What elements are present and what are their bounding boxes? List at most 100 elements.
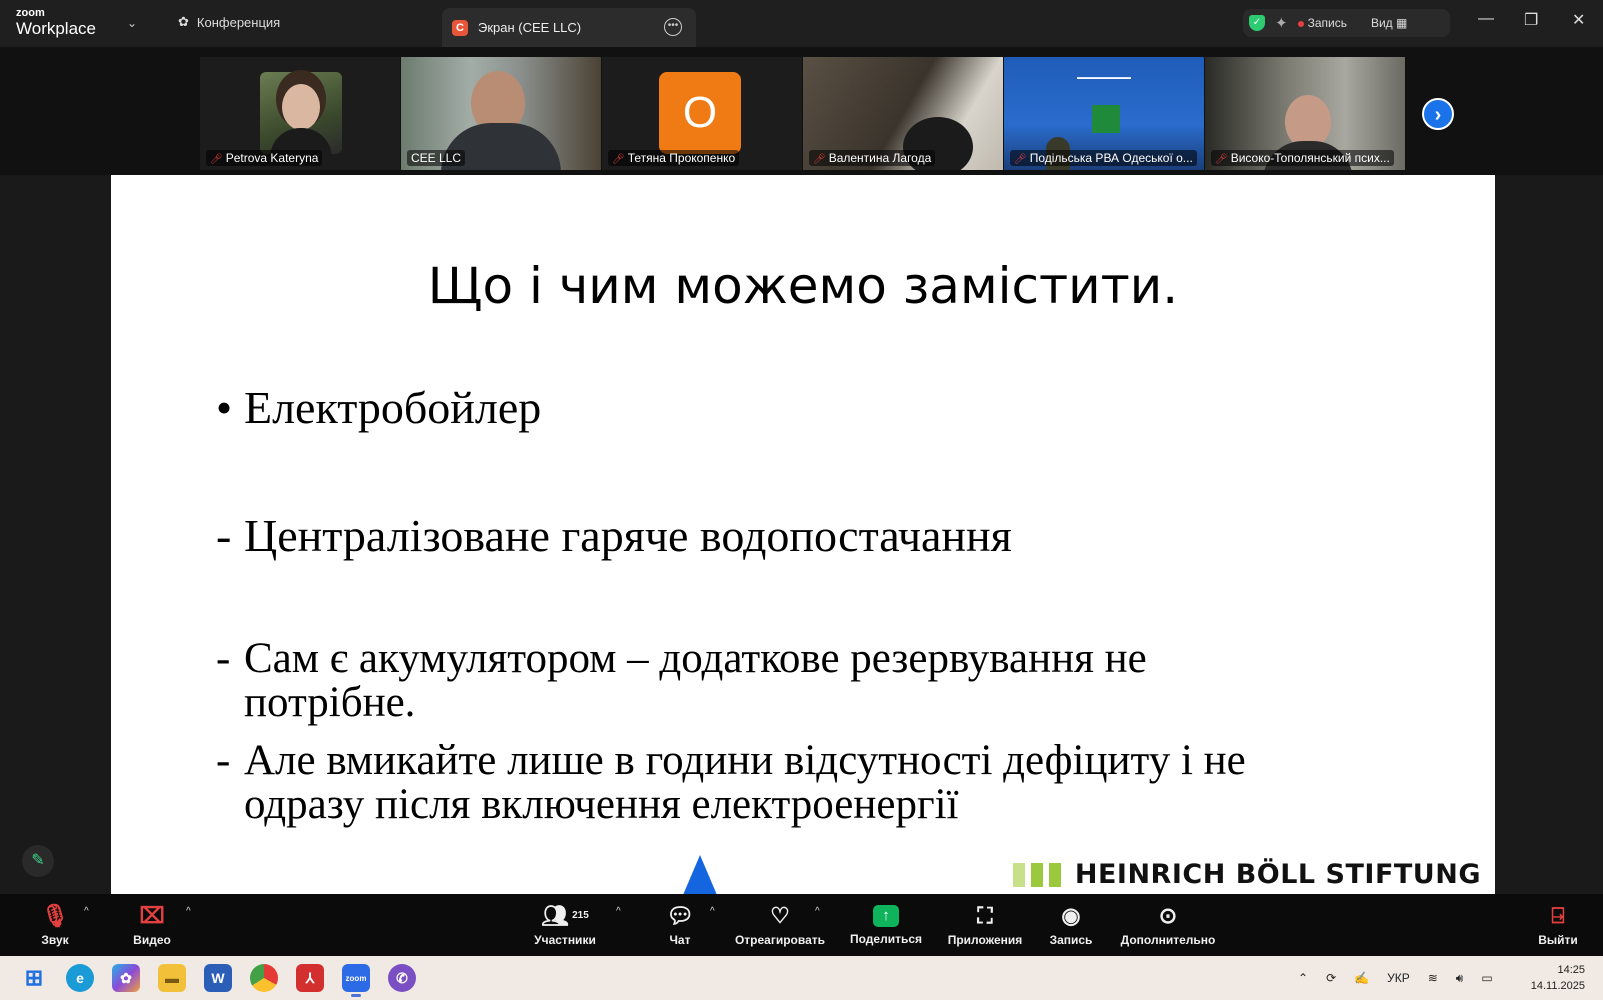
react-caret-icon[interactable]: ^ <box>815 906 820 917</box>
restore-icon[interactable]: ❐ <box>1524 10 1538 30</box>
audio-options-caret-icon[interactable]: ^ <box>84 906 89 917</box>
share-button[interactable]: ↑ Поделиться <box>848 894 924 956</box>
record-label: Запись <box>1049 932 1093 947</box>
participant-name: 🎤︎ Високо-Тополянський псих... <box>1211 150 1394 166</box>
participant-tile[interactable]: 🎤︎ Валентина Лагода <box>803 57 1003 170</box>
chat-icon: 💬︎ <box>666 902 694 928</box>
word-icon[interactable]: W <box>204 964 232 992</box>
audio-label: Звук <box>41 932 69 947</box>
tab-conference[interactable]: ✿ Конференция <box>178 14 280 30</box>
zoom-workplace-menu[interactable]: zoom Workplace <box>16 7 96 38</box>
show-hidden-icons-icon[interactable]: ⌃ <box>1298 971 1308 985</box>
shared-screen-slide: Що і чим можемо замістити. • Електробойл… <box>111 175 1495 894</box>
ai-companion-icon[interactable]: ✦ <box>1275 14 1288 32</box>
sync-icon[interactable]: ⟳ <box>1326 971 1336 985</box>
pen-input-icon[interactable]: ✍ <box>1354 971 1369 985</box>
chat-button[interactable]: 💬︎ Чат <box>660 894 700 956</box>
more-icon: ⊙ <box>1158 902 1178 928</box>
leave-button[interactable]: ⍈ Выйти <box>1536 894 1580 956</box>
record-button[interactable]: ◉ Запись <box>1046 894 1096 956</box>
os-taskbar: ⊞ e ✿ ▬ W ⅄ zoom ✆ ⌃ ⟳ ✍ УКР ≋ 🔊︎ ▭ 14:2… <box>0 956 1603 1000</box>
participant-name: 🎤︎ Подільська РВА Одеської о... <box>1010 150 1197 166</box>
bullet-text: Централізоване гаряче водопостачання <box>244 510 1012 561</box>
apps-label: Приложения <box>947 932 1023 947</box>
meeting-toolbar: 🎙︎ Звук ^ ⌧ Видео ^ 👥︎ 215 Участники ^ 💬︎… <box>0 894 1603 956</box>
chevron-down-icon[interactable]: ⌄ <box>127 16 137 30</box>
brand-zoom: zoom <box>16 7 45 19</box>
leave-label: Выйти <box>1538 932 1578 947</box>
audio-button[interactable]: 🎙︎ Звук <box>30 894 80 956</box>
video-options-caret-icon[interactable]: ^ <box>186 906 191 917</box>
view-button[interactable]: Вид ▦ <box>1371 16 1407 30</box>
file-explorer-icon[interactable]: ▬ <box>158 964 186 992</box>
react-button[interactable]: ♡ Отреагировать <box>732 894 828 956</box>
react-label: Отреагировать <box>734 932 826 947</box>
zoom-app-icon[interactable]: zoom <box>342 964 370 997</box>
mic-off-icon: 🎤︎ <box>1215 154 1228 165</box>
bullet-marker: - <box>216 510 232 561</box>
grid-view-icon: ▦ <box>1396 16 1408 30</box>
close-icon[interactable]: ✕ <box>1572 10 1585 30</box>
volume-icon[interactable]: 🔊︎ <box>1456 971 1464 986</box>
more-button[interactable]: ⊙ Дополнительно <box>1118 894 1218 956</box>
brand-workplace: Workplace <box>16 19 96 38</box>
bullet-marker: • <box>216 382 233 433</box>
participants-icon: 👥︎ 215 <box>541 902 589 928</box>
share-screen-icon: ↑ <box>873 904 899 927</box>
title-bar: zoom Workplace ⌄ ✿ Конференция C Экран (… <box>0 0 1603 47</box>
minimize-icon[interactable]: — <box>1478 10 1494 28</box>
tab-screen-label: Экран (CEE LLC) <box>478 20 582 35</box>
meeting-status-pill: ✓ ✦ Запись Вид ▦ <box>1243 9 1450 37</box>
apps-icon: ⛶ <box>977 902 993 928</box>
encryption-shield-icon[interactable]: ✓ <box>1249 15 1265 31</box>
bullet-text-line: Але вмикайте лише в години відсутності д… <box>244 737 1246 784</box>
logo-text: HEINRICH BÖLL STIFTUNG <box>1074 859 1481 890</box>
video-button[interactable]: ⌧ Видео <box>122 894 182 956</box>
participant-name: CEE LLC <box>407 150 466 166</box>
pointer-marker-icon <box>683 855 717 895</box>
slide-bullet: • Електробойлер <box>216 385 541 431</box>
participant-tile-active-speaker[interactable]: CEE LLC <box>401 57 601 170</box>
slide-bullet: - Але вмикайте лише в години відсутності… <box>216 739 1246 827</box>
avatar <box>260 72 342 158</box>
next-page-button[interactable]: › <box>1422 98 1454 130</box>
clock-time: 14:25 <box>1557 964 1585 976</box>
tab-conference-label: Конференция <box>196 14 281 30</box>
annotate-pen-icon[interactable]: ✎ <box>22 845 54 877</box>
participants-button[interactable]: 👥︎ 215 Участники <box>528 894 602 956</box>
pdf-reader-icon[interactable]: ⅄ <box>296 964 324 992</box>
more-options-icon[interactable]: ••• <box>664 18 682 36</box>
copilot-icon[interactable]: ✿ <box>112 964 140 992</box>
system-clock[interactable]: 14:25 14.11.2025 <box>1531 962 1585 994</box>
recording-indicator[interactable]: Запись <box>1297 16 1347 30</box>
participants-label: Участники <box>534 932 596 947</box>
participant-tile[interactable]: ▬▬▬▬▬▬▬▬▬ 🎤︎ Подільська РВА Одеської о... <box>1004 57 1204 170</box>
edge-browser-icon[interactable]: e <box>66 964 94 992</box>
paw-icon: ✿ <box>178 14 189 29</box>
participant-name: 🎤︎ Petrova Kateryna <box>206 150 323 166</box>
participants-caret-icon[interactable]: ^ <box>616 906 621 917</box>
participant-name: 🎤︎ Валентина Лагода <box>809 150 936 166</box>
leave-door-icon: ⍈ <box>1551 902 1565 928</box>
participant-name: 🎤︎ Тетяна Прокопенко <box>608 150 740 166</box>
participant-tile[interactable]: 🎤︎ Високо-Тополянський псих... <box>1205 57 1405 170</box>
bullet-text-line: одразу після включення електроенергії <box>244 781 959 828</box>
mic-muted-icon: 🎙︎ <box>41 902 69 928</box>
participant-tile[interactable]: 🎤︎ Petrova Kateryna <box>200 57 400 170</box>
participant-tile[interactable]: О 🎤︎ Тетяна Прокопенко <box>602 57 802 170</box>
more-label: Дополнительно <box>1120 932 1216 947</box>
input-language[interactable]: УКР <box>1387 971 1410 985</box>
mic-off-icon: 🎤︎ <box>813 154 826 165</box>
wifi-icon[interactable]: ≋ <box>1428 971 1438 985</box>
battery-icon[interactable]: ▭ <box>1481 971 1492 985</box>
viber-icon[interactable]: ✆ <box>388 964 416 992</box>
windows-start-icon[interactable]: ⊞ <box>20 964 48 992</box>
chat-label: Чат <box>669 932 691 947</box>
mic-off-icon: 🎤︎ <box>612 154 625 165</box>
bullet-marker: - <box>216 737 231 784</box>
tab-screen-share[interactable]: C Экран (CEE LLC) ••• <box>442 8 696 47</box>
chrome-icon[interactable] <box>250 964 278 992</box>
camera-off-icon: ⌧ <box>139 902 165 928</box>
chat-caret-icon[interactable]: ^ <box>710 906 715 917</box>
apps-button[interactable]: ⛶ Приложения <box>943 894 1027 956</box>
